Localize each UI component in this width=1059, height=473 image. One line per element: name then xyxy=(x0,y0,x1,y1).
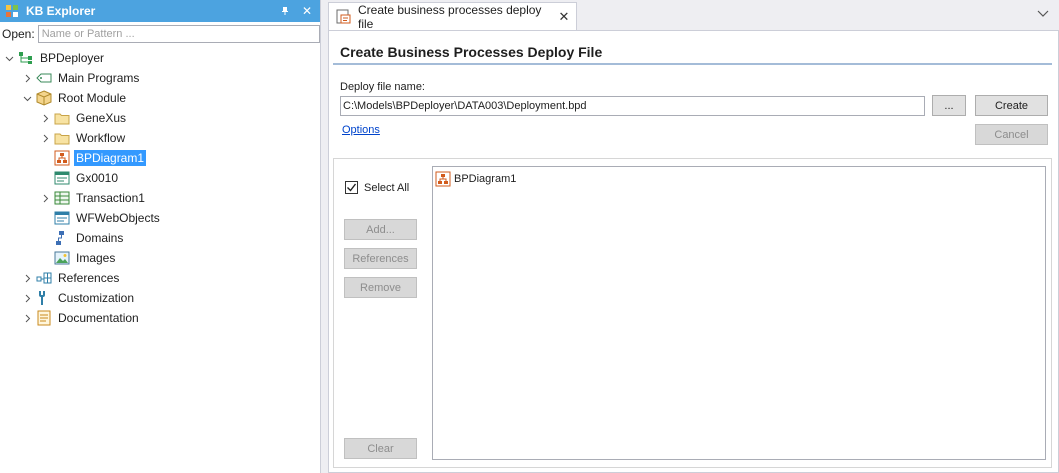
tree-item-root-module[interactable]: Root Module xyxy=(0,88,320,108)
tree-item-domains[interactable]: Domains xyxy=(0,228,320,248)
tree-label: Root Module xyxy=(58,91,127,105)
tree-label: Main Programs xyxy=(58,71,140,85)
tree-label: Documentation xyxy=(58,311,139,325)
tree-label: WFWebObjects xyxy=(76,211,160,225)
deploy-file-icon xyxy=(335,9,351,25)
chevron-down-icon[interactable] xyxy=(1035,6,1051,22)
bpdiagram-icon xyxy=(54,150,70,166)
bpdiagram-icon xyxy=(435,171,451,187)
add-button[interactable]: Add... xyxy=(344,219,417,240)
close-icon[interactable]: ✕ xyxy=(298,2,316,20)
tab-strip: Create business processes deploy file ✕ xyxy=(323,0,1059,31)
list-item[interactable]: BPDiagram1 xyxy=(435,171,516,187)
webpanel-icon xyxy=(54,210,70,226)
kb-tree-icon xyxy=(18,50,34,66)
transaction-icon xyxy=(54,190,70,206)
domains-icon xyxy=(54,230,70,246)
tree-item-customization[interactable]: Customization xyxy=(0,288,320,308)
tree-label: Transaction1 xyxy=(76,191,145,205)
chevron-right-icon[interactable] xyxy=(38,111,52,125)
objects-list[interactable]: BPDiagram1 xyxy=(432,166,1046,460)
tab-close-icon[interactable]: ✕ xyxy=(556,9,572,25)
tab-create-deploy-file[interactable]: Create business processes deploy file ✕ xyxy=(328,2,577,31)
tree-label: Workflow xyxy=(76,131,126,145)
tree-label: BPDeployer xyxy=(40,51,105,65)
open-search-input[interactable] xyxy=(37,25,320,43)
tree-label: BPDiagram1 xyxy=(74,150,147,166)
remove-button[interactable]: Remove xyxy=(344,277,417,298)
folder-icon xyxy=(54,110,70,126)
chevron-right-icon[interactable] xyxy=(38,191,52,205)
kb-explorer-title: KB Explorer xyxy=(26,4,96,18)
app-window: KB Explorer ✕ Open: BPDeployer Main Prog… xyxy=(0,0,1059,473)
chevron-right-icon[interactable] xyxy=(20,271,34,285)
tree-item-transaction1[interactable]: Transaction1 xyxy=(0,188,320,208)
images-icon xyxy=(54,250,70,266)
module-icon xyxy=(36,90,52,106)
tree-item-bpdiagram1[interactable]: BPDiagram1 xyxy=(0,148,320,168)
select-all-checkbox[interactable] xyxy=(345,181,358,194)
tree-item-references[interactable]: References xyxy=(0,268,320,288)
tree-label: Customization xyxy=(58,291,135,305)
folder-icon xyxy=(54,130,70,146)
list-item-label: BPDiagram1 xyxy=(454,173,517,185)
chevron-down-icon[interactable] xyxy=(2,51,16,65)
chevron-down-icon[interactable] xyxy=(20,91,34,105)
kb-explorer-titlebar: KB Explorer ✕ xyxy=(0,0,320,22)
wrench-icon xyxy=(36,290,52,306)
tree-label: Images xyxy=(76,251,116,265)
chevron-right-icon[interactable] xyxy=(38,131,52,145)
references-button[interactable]: References xyxy=(344,248,417,269)
tree-label: Gx0010 xyxy=(76,171,119,185)
open-row: Open: xyxy=(0,22,320,46)
tree-item-workflow[interactable]: Workflow xyxy=(0,128,320,148)
page-title: Create Business Processes Deploy File xyxy=(340,44,603,60)
create-button[interactable]: Create xyxy=(975,95,1048,116)
tab-label: Create business processes deploy file xyxy=(358,2,542,31)
cancel-button[interactable]: Cancel xyxy=(975,124,1048,145)
webpanel-icon xyxy=(54,170,70,186)
dialog-header: Create Business Processes Deploy File xyxy=(333,35,1052,65)
chevron-right-icon[interactable] xyxy=(20,71,34,85)
select-all-checkbox-row[interactable]: Select All xyxy=(345,181,409,194)
kb-tree: BPDeployer Main Programs Root Module Gen… xyxy=(0,46,320,328)
clear-button[interactable]: Clear xyxy=(344,438,417,459)
deploy-file-name-input[interactable] xyxy=(340,96,925,116)
tree-item-main-programs[interactable]: Main Programs xyxy=(0,68,320,88)
options-link[interactable]: Options xyxy=(342,124,380,136)
document-area: Create business processes deploy file ✕ … xyxy=(323,0,1059,473)
open-label: Open: xyxy=(2,27,35,41)
deploy-dialog: Create Business Processes Deploy File De… xyxy=(328,30,1059,473)
pin-icon[interactable] xyxy=(276,2,294,20)
tree-item-genexus[interactable]: GeneXus xyxy=(0,108,320,128)
tree-label: References xyxy=(58,271,120,285)
tree-item-gx0010[interactable]: Gx0010 xyxy=(0,168,320,188)
tree-label: GeneXus xyxy=(76,111,127,125)
objects-group: Select All Add... References Remove Clea… xyxy=(333,158,1052,468)
documentation-icon xyxy=(36,310,52,326)
kb-explorer-icon xyxy=(4,3,20,19)
browse-button[interactable]: ... xyxy=(932,95,966,116)
main-programs-icon xyxy=(36,70,52,86)
tree-item-wfwebobjects[interactable]: WFWebObjects xyxy=(0,208,320,228)
tree-item-documentation[interactable]: Documentation xyxy=(0,308,320,328)
tree-item-images[interactable]: Images xyxy=(0,248,320,268)
tree-label: Domains xyxy=(76,231,124,245)
references-icon xyxy=(36,270,52,286)
tree-item-bpdeployer[interactable]: BPDeployer xyxy=(0,48,320,68)
kb-explorer-panel: KB Explorer ✕ Open: BPDeployer Main Prog… xyxy=(0,0,321,473)
select-all-label: Select All xyxy=(364,181,410,194)
chevron-right-icon[interactable] xyxy=(20,291,34,305)
chevron-right-icon[interactable] xyxy=(20,311,34,325)
deploy-file-name-label: Deploy file name: xyxy=(340,81,425,93)
